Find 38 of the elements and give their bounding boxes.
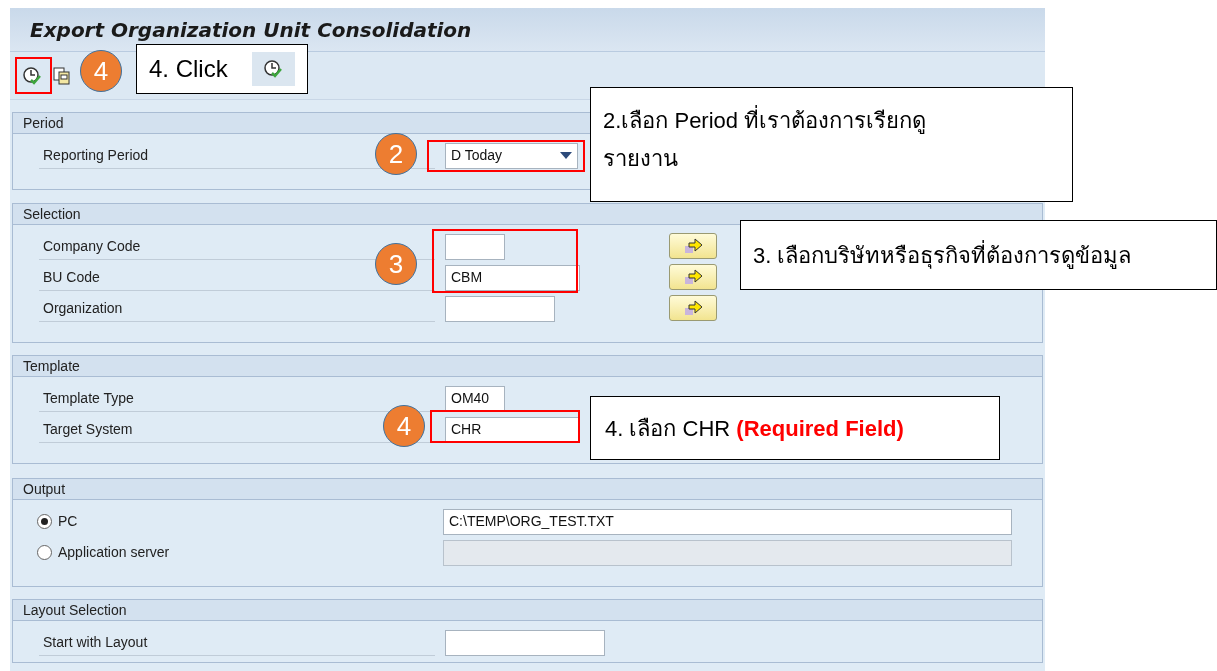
pages-icon [52,65,72,86]
input-field[interactable]: C:\TEMP\ORG_TEST.TXT [443,508,1012,535]
dropdown-arrow-icon [560,152,572,159]
field-label: Start with Layout [43,632,148,652]
arrow-right-icon [683,238,703,254]
radio-button[interactable] [37,514,52,529]
multiple-selection-button[interactable] [669,295,717,321]
group-title: Template [23,356,80,376]
window-title: Export Organization Unit Consolidation [30,16,472,44]
field-label: Template Type [43,388,134,408]
group-title: Layout Selection [23,600,127,620]
field-label: Company Code [43,236,141,256]
field-label: Reporting Period [43,145,149,165]
input-field[interactable]: OM40 [445,385,505,412]
field-label: Organization [43,298,123,318]
field-label: PC [58,512,78,531]
field-label: Application server [58,543,170,562]
callout-text: 4. Click [149,54,228,84]
callout-box: 4. เลือก CHR (Required Field) [590,396,1000,460]
dropdown-field[interactable]: D Today [445,142,578,169]
input-field[interactable]: CHR [445,416,580,443]
input-field[interactable] [445,233,505,260]
group-title: Output [23,479,66,499]
input-field[interactable]: CBM [445,264,580,291]
callout-box: 2.เลือก Period ที่เราต้องการเรียกดู รายงาน [590,87,1073,202]
input-field[interactable] [445,629,605,656]
field-label: BU Code [43,267,100,287]
arrow-right-icon [683,300,703,316]
arrow-right-icon [683,269,703,285]
callout-box: 3. เลือกบริษัทหรือธุรกิจที่ต้องการดูข้อมูล [740,220,1217,290]
group-title: Period [23,113,64,133]
input-field[interactable] [445,295,555,322]
multiple-selection-button[interactable] [669,264,717,290]
clock-check-icon [22,65,42,86]
group-title: Selection [23,204,81,224]
field-label: Target System [43,419,133,439]
multiple-selection-button[interactable] [669,233,717,259]
highlight-frame [15,57,52,94]
